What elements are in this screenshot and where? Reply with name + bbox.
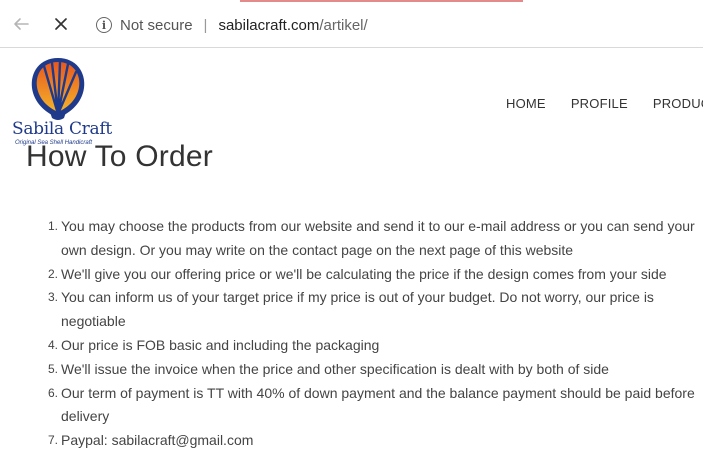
list-item: 7. Paypal: sabilacraft@gmail.com xyxy=(32,429,700,453)
page-title: How To Order xyxy=(26,140,213,173)
step-number: 4. xyxy=(48,337,59,352)
security-status[interactable]: Not secure xyxy=(120,17,193,34)
step-number: 3. xyxy=(48,290,59,305)
list-item: 1. You may choose the products from our w… xyxy=(32,215,700,263)
step-number: 1. xyxy=(48,219,59,233)
site-logo[interactable]: Sabila Craft Original Sea Shell Handicra… xyxy=(8,56,112,152)
step-text: We'll issue the invoice when the price a… xyxy=(61,360,609,377)
step-number: 2. xyxy=(48,266,59,281)
nav-profile[interactable]: PROFILE xyxy=(571,96,628,111)
arrow-left-icon xyxy=(14,18,29,30)
step-number: 6. xyxy=(48,385,59,400)
step-text: We'll give you our offering price or we'… xyxy=(61,265,667,282)
order-steps-list: 1. You may choose the products from our w… xyxy=(32,215,700,453)
step-text: Our term of payment is TT with 40% of do… xyxy=(61,384,695,425)
step-text: Paypal: sabilacraft@gmail.com xyxy=(61,432,254,449)
step-text: Our price is FOB basic and including the… xyxy=(61,336,380,353)
step-number: 7. xyxy=(48,433,59,448)
step-number: 5. xyxy=(48,361,59,376)
address-bar[interactable]: i Not secure | sabilacraft.com/artikel/ xyxy=(86,11,696,39)
nav-home[interactable]: HOME xyxy=(506,96,546,111)
logo-name: Sabila Craft xyxy=(12,119,112,139)
browser-toolbar: i Not secure | sabilacraft.com/artikel/ xyxy=(0,0,703,48)
step-text: You may choose the products from our web… xyxy=(61,218,695,258)
tab-loading-accent xyxy=(240,0,523,2)
list-item: 2. We'll give you our offering price or w… xyxy=(32,263,700,287)
back-button[interactable] xyxy=(10,13,32,35)
list-item: 4. Our price is FOB basic and including t… xyxy=(32,334,700,358)
list-item: 5. We'll issue the invoice when the price… xyxy=(32,358,700,382)
url-path[interactable]: /artikel/ xyxy=(319,17,367,34)
nav-product[interactable]: PRODUCT xyxy=(653,96,703,111)
list-item: 6. Our term of payment is TT with 40% of … xyxy=(32,382,700,430)
address-separator: | xyxy=(203,16,208,34)
list-item: 3. You can inform us of your target price… xyxy=(32,286,700,334)
info-icon[interactable]: i xyxy=(96,17,112,33)
seashell-logo-icon xyxy=(31,58,85,120)
close-icon xyxy=(55,18,67,30)
main-navigation: HOME PROFILE PRODUCT xyxy=(506,96,703,111)
step-text: You can inform us of your target price i… xyxy=(61,289,654,330)
url-host[interactable]: sabilacraft.com xyxy=(218,17,319,34)
stop-loading-button[interactable] xyxy=(50,13,72,35)
